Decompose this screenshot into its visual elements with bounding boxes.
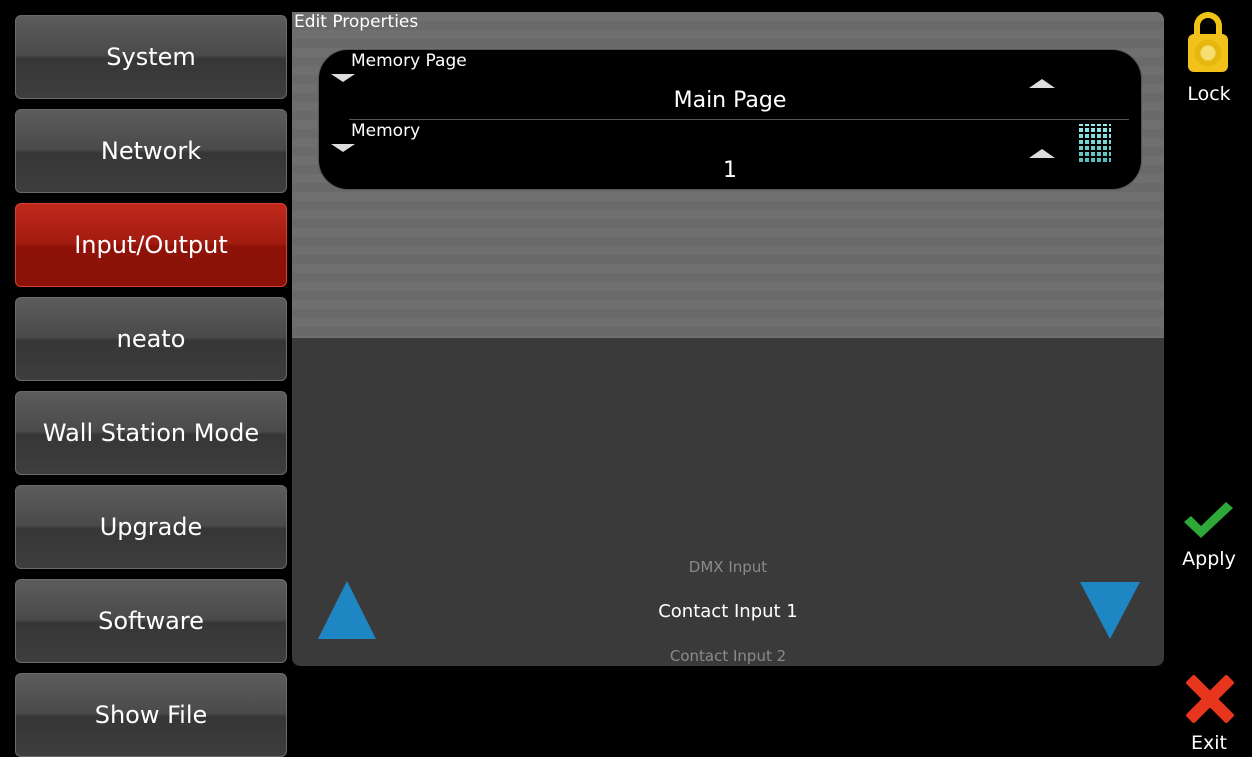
sidebar-item-label: System [106, 43, 196, 71]
property-row-memory: Memory 1 [319, 120, 1141, 189]
sidebar-item-label: Software [98, 607, 204, 635]
sidebar-item-label: Wall Station Mode [42, 419, 260, 447]
sidebar-item-input-output[interactable]: Input/Output [15, 203, 287, 287]
sidebar-item-wall-station-mode[interactable]: Wall Station Mode [15, 391, 287, 475]
lock-shackle [1194, 12, 1222, 36]
property-value[interactable]: Main Page [319, 88, 1141, 113]
list-item-next[interactable]: Contact Input 2 [292, 647, 1164, 665]
chevron-up-icon[interactable] [1029, 149, 1055, 158]
sidebar-item-network[interactable]: Network [15, 109, 287, 193]
sidebar-item-show-file[interactable]: Show File [15, 673, 287, 757]
scroll-down-arrow-icon[interactable] [1080, 582, 1140, 639]
exit-label[interactable]: Exit [1166, 732, 1252, 754]
sidebar-item-system[interactable]: System [15, 15, 287, 99]
property-label: Memory [351, 121, 421, 141]
property-row-memory-page: Memory Page Main Page [319, 50, 1141, 119]
chevron-up-icon[interactable] [1029, 79, 1055, 88]
property-label: Memory Page [351, 51, 467, 71]
panel-header-area: Edit Properties Memory Page Main Page Me… [292, 12, 1164, 338]
list-item-previous[interactable]: DMX Input [292, 558, 1164, 576]
sidebar: System Network Input/Output neato Wall S… [0, 0, 292, 757]
properties-box: Memory Page Main Page Memory 1 [318, 49, 1142, 190]
sidebar-item-label: Input/Output [74, 231, 228, 259]
checkmark-icon[interactable] [1182, 500, 1234, 540]
sidebar-item-upgrade[interactable]: Upgrade [15, 485, 287, 569]
chevron-down-icon[interactable] [331, 74, 355, 82]
edit-properties-panel: Edit Properties Memory Page Main Page Me… [292, 12, 1164, 666]
sidebar-item-label: Network [100, 137, 202, 165]
sidebar-item-neato[interactable]: neato [15, 297, 287, 381]
sidebar-item-label: neato [116, 325, 186, 353]
lock-body [1188, 34, 1228, 72]
list-item-current[interactable]: Contact Input 1 [292, 601, 1164, 622]
close-icon[interactable] [1184, 674, 1234, 724]
sidebar-item-label: Upgrade [99, 513, 203, 541]
lock-icon[interactable] [1188, 12, 1228, 72]
property-value[interactable]: 1 [319, 158, 1141, 183]
lock-label[interactable]: Lock [1166, 83, 1252, 105]
chevron-down-icon[interactable] [331, 144, 355, 152]
apply-label[interactable]: Apply [1166, 548, 1252, 570]
keypad-icon[interactable] [1079, 124, 1111, 162]
sidebar-item-software[interactable]: Software [15, 579, 287, 663]
panel-title: Edit Properties [294, 12, 419, 32]
sidebar-item-label: Show File [94, 701, 208, 729]
